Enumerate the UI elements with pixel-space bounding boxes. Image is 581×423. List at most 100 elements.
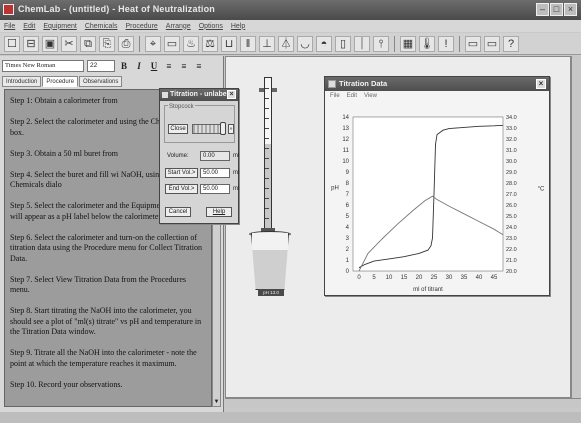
tab-observations[interactable]: Observations: [79, 76, 123, 87]
data-window-title-bar[interactable]: Titration Data ×: [325, 77, 549, 91]
help-button[interactable]: Help: [206, 207, 232, 217]
balance-icon[interactable]: ⚖: [202, 35, 218, 52]
y2-tick-label: 26.0: [506, 203, 517, 209]
paste-icon[interactable]: ⎘: [99, 35, 115, 52]
menu-arrange[interactable]: Arrange: [166, 23, 191, 30]
x-tick-label: 20: [416, 275, 423, 281]
window-title: ChemLab - (untitled) - Heat of Neutraliz…: [18, 4, 215, 14]
volume-value: 0.00: [200, 151, 230, 161]
y2-tick-label: 29.0: [506, 170, 517, 176]
menu-chemicals[interactable]: Chemicals: [85, 23, 118, 30]
buret[interactable]: [264, 77, 272, 237]
maximize-button[interactable]: □: [550, 3, 563, 16]
beaker-icon[interactable]: ⊔: [221, 35, 237, 52]
y-tick-label: 10: [342, 159, 349, 165]
menu-help[interactable]: Help: [231, 23, 245, 30]
y2-tick-label: 30.0: [506, 159, 517, 165]
font-size-select[interactable]: 22: [87, 59, 115, 72]
scroll-down-icon[interactable]: ▼: [213, 398, 220, 406]
label-icon[interactable]: !: [438, 35, 454, 52]
procedure-step: Step 8. Start titrating the NaOH into th…: [10, 306, 202, 336]
pointer-tool-icon[interactable]: ⌖: [145, 35, 161, 52]
flask-icon[interactable]: ⏃: [278, 35, 294, 52]
x-tick-label: 5: [372, 275, 376, 281]
watch-glass-icon[interactable]: ◓: [316, 35, 332, 52]
start-volume-button[interactable]: Start Vol.>: [165, 168, 198, 178]
y2-tick-label: 22.0: [506, 247, 517, 253]
stopcock-open-icon[interactable]: »: [228, 124, 234, 134]
dish-icon[interactable]: ◡: [297, 35, 313, 52]
procedure-step: Step 9. Titrate all the NaOH into the ca…: [10, 348, 197, 368]
save-icon[interactable]: ▣: [42, 35, 58, 52]
thermometer-icon[interactable]: 🌡: [419, 35, 435, 52]
burner-icon[interactable]: ♨: [183, 35, 199, 52]
y2-tick-label: 33.0: [506, 126, 517, 132]
cancel-button[interactable]: Cancel: [165, 207, 191, 217]
end-volume-button[interactable]: End Vol.>: [165, 184, 198, 194]
menu-equipment[interactable]: Equipment: [43, 23, 76, 30]
stopcock-handle[interactable]: [220, 122, 226, 135]
calorimeter[interactable]: [251, 233, 289, 290]
end-volume-input[interactable]: 50.00: [200, 184, 230, 194]
menu-procedure[interactable]: Procedure: [126, 23, 158, 30]
y-tick-label: 7: [346, 192, 350, 198]
print-icon[interactable]: ⎙: [118, 35, 134, 52]
menu-options[interactable]: Options: [199, 23, 223, 30]
bold-button[interactable]: B: [118, 60, 130, 72]
workspace-vertical-scrollbar[interactable]: [571, 56, 581, 398]
dialog-close-icon[interactable]: ×: [227, 90, 236, 99]
format-bar: Times New Roman 22 B I U ≡ ≡ ≡: [2, 58, 222, 73]
workspace-horizontal-scrollbar[interactable]: [225, 398, 581, 408]
y2-tick-label: 21.0: [506, 258, 517, 264]
calorimeter-icon[interactable]: ▭: [164, 35, 180, 52]
stopcock-close-button[interactable]: Close: [168, 124, 188, 134]
menu-file[interactable]: File: [4, 23, 15, 30]
help-icon[interactable]: ?: [503, 35, 519, 52]
y2-tick-label: 24.0: [506, 225, 517, 231]
cut-icon[interactable]: ✂: [61, 35, 77, 52]
start-volume-input[interactable]: 50.00: [200, 168, 230, 178]
close-button[interactable]: ×: [564, 3, 577, 16]
y-axis-label: pH: [331, 186, 339, 192]
titration-chart: 0 5 10 15 20 25 30 35 40 450123456789101112131420…: [331, 115, 545, 293]
new-file-icon[interactable]: ☐: [4, 35, 20, 52]
open-file-icon[interactable]: ⊟: [23, 35, 39, 52]
align-center-icon[interactable]: ≡: [178, 60, 190, 72]
align-left-icon[interactable]: ≡: [163, 60, 175, 72]
y-tick-label: 5: [346, 214, 350, 220]
cylinder-icon[interactable]: ▯: [335, 35, 351, 52]
italic-button[interactable]: I: [133, 60, 145, 72]
window-icon[interactable]: ▭: [465, 35, 481, 52]
tab-procedure[interactable]: Procedure: [42, 76, 79, 87]
ring-stand-icon[interactable]: ⊥: [259, 35, 275, 52]
volume-label: Volume:: [167, 153, 189, 159]
underline-button[interactable]: U: [148, 60, 160, 72]
data-menu-view[interactable]: View: [364, 91, 377, 101]
data-menu-edit[interactable]: Edit: [347, 91, 357, 101]
y2-tick-label: 23.0: [506, 236, 517, 242]
menu-edit[interactable]: Edit: [23, 23, 35, 30]
pipet-icon[interactable]: ⫯: [373, 35, 389, 52]
titration-data-window: Titration Data × File Edit View 0 5 10 15 20…: [324, 76, 550, 296]
x-tick-label: 15: [401, 275, 408, 281]
data-menu-file[interactable]: File: [330, 91, 340, 101]
x-tick-label: 10: [386, 275, 393, 281]
align-right-icon[interactable]: ≡: [193, 60, 205, 72]
test-tubes-icon[interactable]: ‖: [240, 35, 256, 52]
copy-icon[interactable]: ⧉: [80, 35, 96, 52]
procedure-step: Step 10. Record your observations.: [10, 379, 123, 389]
data-window-close-icon[interactable]: ×: [536, 79, 546, 89]
y-tick-label: 8: [346, 181, 350, 187]
stopcock-group-label: Stopcock: [168, 104, 195, 110]
minimize-button[interactable]: –: [536, 3, 549, 16]
procedure-step: Step 7. Select View Titration Data from …: [10, 274, 187, 295]
font-select[interactable]: Times New Roman: [2, 59, 84, 72]
x-tick-label: 35: [461, 275, 468, 281]
toolbar-separator: [459, 35, 460, 52]
x-axis-label: ml of titrant: [413, 287, 443, 293]
tile-icon[interactable]: ▭: [484, 35, 500, 52]
chart-icon[interactable]: ▦: [400, 35, 416, 52]
tab-introduction[interactable]: Introduction: [2, 76, 42, 87]
buret-icon[interactable]: ⏐: [354, 35, 370, 52]
dialog-title-bar[interactable]: Titration - unlabel ×: [160, 89, 238, 101]
